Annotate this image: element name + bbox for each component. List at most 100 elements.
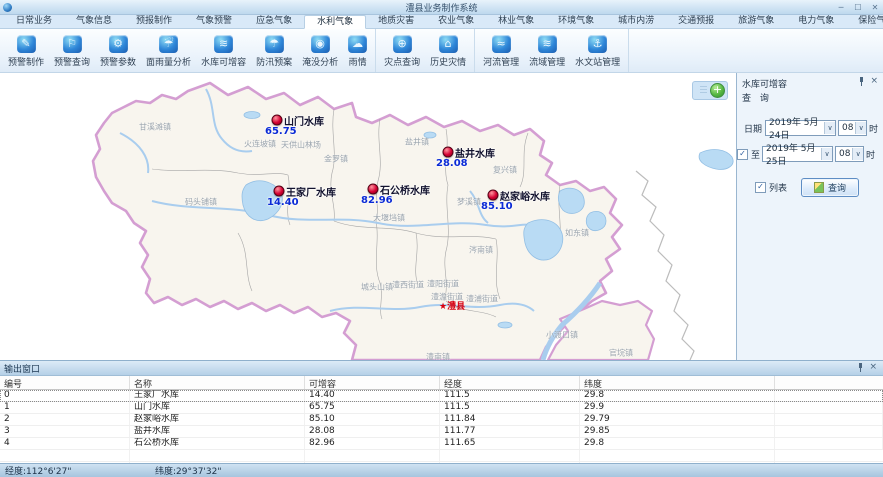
pin-icon[interactable] <box>857 363 864 372</box>
output-table-row[interactable]: 3盐井水库28.08111.7729.85 <box>0 426 883 438</box>
reservoir-capacity-panel: × 水库可增容 查 询 日期 2019年 5月24日∨ 08∨ 时 至 2019… <box>736 73 883 360</box>
close-button[interactable]: ✕ <box>867 2 883 13</box>
预警制作-button[interactable]: ✎预警制作 <box>3 29 49 72</box>
水文站管理-button[interactable]: ⚓水文站管理 <box>570 29 625 72</box>
chevron-down-icon[interactable]: ∨ <box>824 122 835 134</box>
pin-icon[interactable] <box>858 77 865 86</box>
menu-tab[interactable]: 城市内涝 <box>606 15 666 28</box>
reservoir-marker[interactable] <box>368 184 379 195</box>
toolbar-button-label: 灾点查询 <box>384 55 420 68</box>
list-checkbox[interactable] <box>755 182 766 193</box>
zoom-in-button[interactable]: + <box>710 83 725 98</box>
output-table-row[interactable]: 1山门水库65.75111.529.9 <box>0 402 883 414</box>
output-table-cell: 111.65 <box>440 438 580 449</box>
main-area: 甘溪滩镇码头铺镇火连坡镇天供山林场金罗镇盐井镇复兴镇梦溪镇大堰垱镇涔南镇如东镇城… <box>0 73 883 360</box>
output-table-cell <box>580 450 775 461</box>
chevron-down-icon[interactable]: ∨ <box>852 148 863 160</box>
output-table-cell: 14.40 <box>305 390 440 401</box>
hour-from-select[interactable]: 08∨ <box>838 120 867 136</box>
防汛预案-button[interactable]: ☂防汛预案 <box>251 29 297 72</box>
row-filler <box>775 402 883 413</box>
menu-tab[interactable]: 保险气象 <box>846 15 883 28</box>
output-table-cell: 85.10 <box>305 414 440 425</box>
output-column-header[interactable]: 纬度 <box>580 376 775 389</box>
list-label: 列表 <box>769 181 787 194</box>
grip-icon <box>700 86 707 95</box>
hydro-station-icon: ⚓ <box>588 35 607 53</box>
reservoir-marker[interactable] <box>488 190 499 201</box>
menu-tab[interactable]: 环境气象 <box>546 15 606 28</box>
chevron-down-icon[interactable]: ∨ <box>821 148 832 160</box>
output-table-cell: 山门水库 <box>130 402 305 413</box>
menu-tab[interactable]: 应急气象 <box>244 15 304 28</box>
河流管理-button[interactable]: ≈河流管理 <box>478 29 524 72</box>
reservoir-marker[interactable] <box>443 147 454 158</box>
output-empty-row <box>0 462 883 463</box>
output-table-cell: 赵家峪水库 <box>130 414 305 425</box>
预警参数-button[interactable]: ⚙预警参数 <box>95 29 141 72</box>
水库可增容-button[interactable]: ≋水库可增容 <box>196 29 251 72</box>
county-map-svg <box>0 73 736 360</box>
panel-close-icon[interactable]: × <box>870 77 878 86</box>
output-column-header[interactable]: 经度 <box>440 376 580 389</box>
output-window: 输出窗口 × 编号名称可增容经度纬度 0王家厂水库14.40111.529.81… <box>0 360 883 463</box>
map-canvas[interactable]: 甘溪滩镇码头铺镇火连坡镇天供山林场金罗镇盐井镇复兴镇梦溪镇大堰垱镇涔南镇如东镇城… <box>0 73 736 360</box>
面雨量分析-button[interactable]: ☔面雨量分析 <box>141 29 196 72</box>
output-table-cell <box>440 462 580 463</box>
淹没分析-button[interactable]: ◉淹没分析 <box>297 29 343 72</box>
chevron-down-icon[interactable]: ∨ <box>855 122 866 134</box>
output-table-body: 0王家厂水库14.40111.529.81山门水库65.75111.529.92… <box>0 390 883 463</box>
menu-tab[interactable]: 地质灾害 <box>366 15 426 28</box>
menu-tab[interactable]: 旅游气象 <box>726 15 786 28</box>
menu-tab[interactable]: 气象预警 <box>184 15 244 28</box>
reservoir-capacity-icon: ≋ <box>214 35 233 53</box>
output-column-header[interactable]: 编号 <box>0 376 130 389</box>
menu-tab[interactable]: 电力气象 <box>786 15 846 28</box>
maximize-button[interactable]: ☐ <box>850 2 866 13</box>
status-latitude: 纬度:29°37'32" <box>155 464 222 477</box>
output-column-header[interactable]: 名称 <box>130 376 305 389</box>
date-to-select[interactable]: 2019年 5月25日∨ <box>762 146 833 162</box>
hour-to-select[interactable]: 08∨ <box>835 146 864 162</box>
to-date-checkbox[interactable] <box>737 149 748 160</box>
county-seat-label: ★澧县 <box>439 299 465 312</box>
menu-tab[interactable]: 气象信息 <box>64 15 124 28</box>
output-table-row[interactable]: 0王家厂水库14.40111.529.8 <box>0 390 883 402</box>
流域管理-button[interactable]: ≋流域管理 <box>524 29 570 72</box>
row-filler <box>775 426 883 437</box>
status-bar: 经度:112°6'27" 纬度:29°37'32" <box>0 463 883 477</box>
reservoir-marker[interactable] <box>272 115 283 126</box>
alert-params-icon: ⚙ <box>109 35 128 53</box>
历史灾情-button[interactable]: ⌂ 历史灾情 <box>425 29 471 72</box>
menu-tab[interactable]: 日常业务 <box>4 15 64 28</box>
menu-tab[interactable]: 农业气象 <box>426 15 486 28</box>
toolbar-group: ✎预警制作⚐预警查询⚙预警参数☔面雨量分析≋水库可增容☂防汛预案◉淹没分析☁雨情 <box>0 29 376 72</box>
menu-tab[interactable]: 交通预报 <box>666 15 726 28</box>
river-manage-icon: ≈ <box>492 35 511 53</box>
output-table-row[interactable]: 4石公桥水库82.96111.6529.8 <box>0 438 883 450</box>
output-table-cell: 王家厂水库 <box>130 390 305 401</box>
date-from-select[interactable]: 2019年 5月24日∨ <box>765 120 836 136</box>
output-table-cell <box>305 462 440 463</box>
inundation-icon: ◉ <box>311 35 330 53</box>
minimize-button[interactable]: ─ <box>833 2 849 13</box>
menu-tab[interactable]: 水利气象 <box>304 15 366 29</box>
toolbar-button-label: 雨情 <box>349 55 367 68</box>
query-button[interactable]: 查询 <box>801 178 859 197</box>
output-table-cell: 65.75 <box>305 402 440 413</box>
预警查询-button[interactable]: ⚐预警查询 <box>49 29 95 72</box>
reservoir-marker[interactable] <box>274 186 285 197</box>
雨情-button[interactable]: ☁雨情 <box>343 29 372 72</box>
row-filler <box>775 390 883 401</box>
output-table-cell: 29.85 <box>580 426 775 437</box>
menu-tab[interactable]: 预报制作 <box>124 15 184 28</box>
output-table-cell: 3 <box>0 426 130 437</box>
output-table-row[interactable]: 2赵家峪水库85.10111.8429.79 <box>0 414 883 426</box>
history-disaster-icon: ⌂ <box>439 35 458 53</box>
灾点查询-button[interactable]: ⊕灾点查询 <box>379 29 425 72</box>
output-column-header[interactable]: 可增容 <box>305 376 440 389</box>
output-table-cell <box>580 462 775 463</box>
output-close-icon[interactable]: × <box>869 363 877 372</box>
toolbar-button-label: 历史灾情 <box>430 55 466 68</box>
menu-tab[interactable]: 林业气象 <box>486 15 546 28</box>
